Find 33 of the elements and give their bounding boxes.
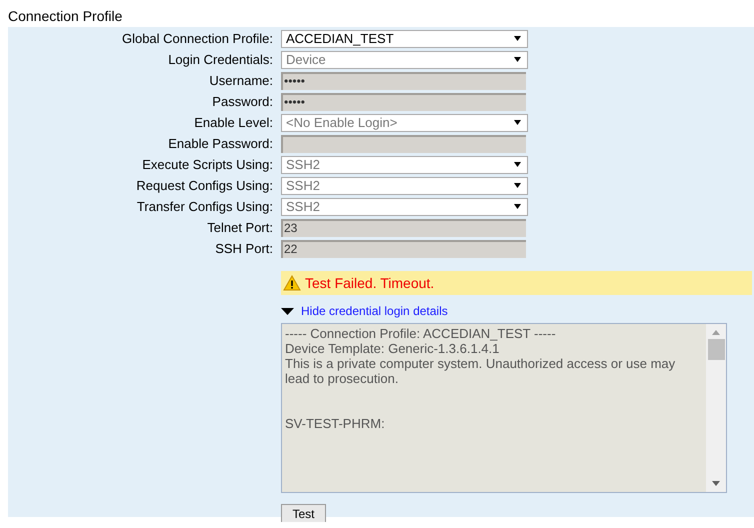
field-label: Password: <box>211 94 274 109</box>
field-label: Execute Scripts Using: <box>141 157 274 172</box>
log-line: ----- Connection Profile: ACCEDIAN_TEST ----- <box>285 326 557 341</box>
dropdown[interactable]: ACCEDIAN_TEST <box>281 30 528 48</box>
log-textarea[interactable]: ----- Connection Profile: ACCEDIAN_TEST ----- Device Template: Generic-1.3.6.1.4.1 This is a private computer system. Unauthorized access or use may lead to prosecution. SV-TEST-PHRM: <box>281 323 727 493</box>
caret-icon <box>514 204 521 209</box>
field-label: Username: <box>208 73 274 88</box>
caret-icon <box>514 36 521 41</box>
scrollbar-thumb[interactable] <box>708 339 724 360</box>
caret-icon <box>514 162 521 167</box>
log-line: This is a private computer system. Unauthorized access or use may lead to prosecution. <box>285 356 676 386</box>
scroll-down-icon[interactable] <box>712 481 720 486</box>
scrollbar[interactable] <box>706 324 726 492</box>
triangle-icon[interactable] <box>281 308 294 314</box>
details-link[interactable]: Hide credential login details <box>301 304 448 318</box>
field-label: Request Configs Using: <box>135 178 274 193</box>
log-line: SV-TEST-PHRM: <box>285 416 386 431</box>
caret-icon <box>514 120 521 125</box>
alert-message: Test Failed. Timeout. <box>305 275 434 291</box>
caret-icon <box>514 183 521 188</box>
log-line: Device Template: Generic-1.3.6.1.4.1 <box>285 341 500 356</box>
field-label: SSH Port: <box>214 241 274 256</box>
field-label: Global Connection Profile: <box>120 31 274 46</box>
field-label: Transfer Configs Using: <box>136 199 274 214</box>
field-label: Login Credentials: <box>167 52 274 67</box>
caret-icon <box>514 57 521 62</box>
field-label: Enable Level: <box>193 115 274 130</box>
warning-icon <box>283 275 301 291</box>
test-button[interactable]: Test <box>281 504 326 522</box>
section-title: Connection Profile <box>7 7 124 26</box>
field-label: Telnet Port: <box>206 220 274 235</box>
scroll-up-icon[interactable] <box>712 330 720 335</box>
field-label: Enable Password: <box>167 136 274 151</box>
